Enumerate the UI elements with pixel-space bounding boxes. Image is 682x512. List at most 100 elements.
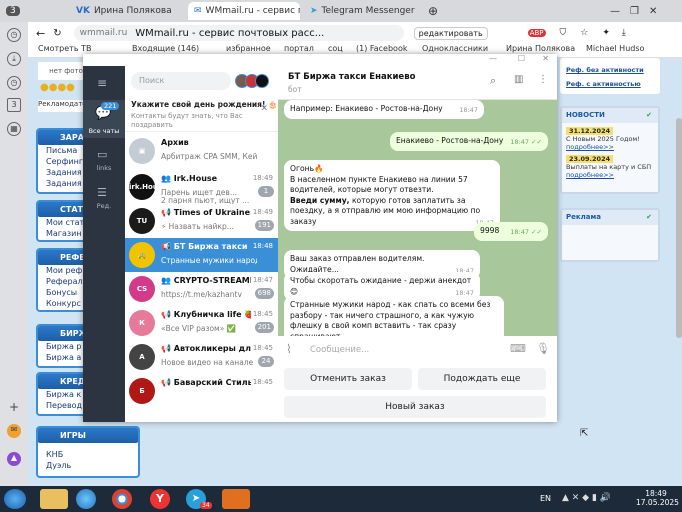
sliders-icon: ☰ — [97, 186, 107, 199]
chat-item[interactable]: А 📢 Автокликеры для...18:45 Новое видео на… — [125, 340, 278, 374]
bookmark-item[interactable]: Ирина Полякова — [506, 44, 575, 53]
sidebar-toggle-icon[interactable]: ▥ — [514, 74, 523, 85]
bookmark-item[interactable]: Смотреть ТВ — [38, 44, 91, 53]
tab-counter[interactable]: 3 — [6, 2, 20, 20]
adblock-icon[interactable]: ABP — [527, 29, 546, 37]
incoming-message: Огонь🔥 В населенном пункте Енакиево на ли… — [284, 160, 500, 231]
bookmark-item[interactable]: Входящие (146) — [132, 44, 199, 53]
page-scrollbar[interactable] — [676, 118, 682, 338]
tray-icons[interactable]: ▲ ✕ ◆ ▮ 🔊 — [562, 493, 611, 503]
close-icon[interactable]: ✕ — [542, 54, 549, 63]
chat-item[interactable]: CS 👥 CRYPTO-STREAMI...18:47 https://t.me/k… — [125, 272, 278, 306]
chat-item[interactable]: TU 📢 Times of Ukraine: ...18:49 ⚡ Назвать … — [125, 204, 278, 238]
bookmark-item[interactable]: Michael Hudso — [586, 44, 644, 53]
maximize-icon[interactable]: ❐ — [630, 6, 639, 17]
chat-time: 18:45 — [252, 310, 273, 318]
microphone-icon[interactable]: 🎙 — [536, 342, 550, 355]
menu-icon[interactable]: ≡ — [97, 76, 107, 90]
extensions-icon[interactable]: ✦ — [602, 28, 610, 38]
wait-button[interactable]: Подождать еще — [418, 368, 546, 390]
globe-icon[interactable] — [76, 489, 96, 509]
close-window-icon[interactable]: ✕ — [649, 6, 657, 17]
bookmark-item[interactable]: соц — [328, 44, 343, 53]
minimize-icon[interactable]: — — [489, 54, 497, 63]
history-icon[interactable]: ◷ — [7, 28, 21, 42]
start-button[interactable] — [4, 489, 26, 509]
birthday-banner[interactable]: Укажите свой день рождения! 🎂 Контакты б… — [125, 96, 278, 132]
new-order-button[interactable]: Новый заказ — [284, 396, 546, 418]
message-input[interactable]: Сообщение... — [310, 345, 369, 355]
star-icon[interactable]: ☆ — [580, 28, 588, 38]
explorer-icon[interactable] — [40, 489, 68, 509]
back-icon[interactable]: ← — [36, 27, 45, 40]
ads-block: Реклама ✔ — [560, 208, 660, 262]
chat-time: 18:45 — [252, 344, 273, 352]
new-tab-button[interactable]: ⊕ — [428, 2, 438, 20]
search-icon[interactable]: ⌕ — [490, 74, 496, 88]
chat-preview: https://t.me/kazhantv — [161, 290, 242, 299]
refresh-icon[interactable]: ↻ — [53, 28, 61, 39]
clock[interactable]: 18:49 17.05.2025 — [636, 489, 679, 507]
mouse-cursor-icon: ⇱ — [580, 428, 589, 439]
chat-time: 18:47 — [252, 276, 273, 284]
yandex-browser-icon[interactable]: Y — [150, 489, 170, 509]
chat-name: 📢 Баварский Стиль... — [161, 378, 251, 387]
telegram-icon: ➤ — [310, 6, 318, 16]
add-icon[interactable]: + — [7, 401, 21, 416]
download-icon[interactable]: ⤓ — [622, 28, 626, 38]
chat-avatar: CS — [129, 276, 155, 302]
search-input[interactable]: Поиск — [131, 72, 231, 90]
cancel-order-button[interactable]: Отменить заказ — [284, 368, 412, 390]
tab-wmmail[interactable]: ✉WMmail.ru - сервис по✕ — [188, 2, 300, 20]
bookmark-item[interactable]: избранное — [226, 44, 271, 53]
language-indicator[interactable]: EN — [540, 494, 551, 503]
clock-icon[interactable]: ◷ — [7, 76, 21, 90]
alice-icon[interactable]: ▲ — [7, 452, 21, 466]
edit-folders[interactable]: ☰ Ред. — [83, 182, 125, 218]
mail-icon[interactable]: ✉ — [7, 424, 21, 438]
shield-icon[interactable]: ⛉ — [560, 28, 567, 38]
chat-title[interactable]: БТ Биржа такси Енакиево — [288, 72, 415, 82]
apps-icon[interactable]: ▦ — [7, 122, 21, 136]
chat-avatar: 🚕 — [129, 242, 155, 268]
chat-item[interactable]: irk.House 👥 Irk.House 18:49 Парень ищет дев… — [125, 170, 278, 204]
menu-games: ИГРЫ КНБ Дуэль — [36, 426, 140, 478]
close-icon[interactable]: ✕ — [260, 104, 268, 114]
bookmark-item[interactable]: портал — [284, 44, 314, 53]
chat-preview: Арбитраж CPA SMM, Кейсы ... — [161, 152, 257, 161]
folder-all-chats[interactable]: 💬 221 Все чаты — [83, 100, 125, 138]
url-field[interactable]: wmmail.ru WMmail.ru - сервис почтовых ра… — [73, 25, 404, 41]
chrome-icon[interactable] — [112, 489, 132, 509]
chat-avatar: ▣ — [129, 138, 155, 164]
chat-item[interactable]: ▣ Архив Арбитраж CPA SMM, Кейсы ... — [125, 134, 278, 164]
stories-avatars[interactable] — [235, 74, 269, 88]
message-text: Ваш заказ отправлен водителям. Ожидайте.… — [290, 254, 425, 274]
chat-panel: БТ Биржа такси Енакиево бот ⌕ ▥ ⋮ Наприм… — [278, 66, 557, 422]
unread-badge: 191 — [254, 220, 274, 231]
tabs-icon[interactable]: 3 — [7, 98, 21, 112]
more-icon[interactable]: ⋮ — [538, 74, 548, 85]
chat-item[interactable]: 🚕 📢 БТ Биржа такси Е...18:48 Странные мужи… — [125, 238, 278, 272]
check-icon: ✔ — [646, 213, 652, 221]
downloads-icon[interactable]: ⤓ — [7, 52, 21, 66]
read-check-icon: ✓✓ — [531, 228, 542, 236]
edit-button[interactable]: редактировать — [413, 26, 488, 40]
message-time: 18:47 ✓✓ — [510, 228, 542, 236]
message-text: Странные мужики народ - как спать со все… — [290, 300, 491, 341]
telegram-titlebar: — ☐ ✕ — [83, 54, 557, 66]
tab-telegram[interactable]: ➤ Telegram Messenger — [310, 2, 422, 20]
chat-preview: Новое видео на канале — [161, 358, 254, 367]
chat-name: 👥 Irk.House — [161, 174, 218, 183]
attach-icon[interactable]: ⌇ — [286, 342, 292, 356]
maximize-icon[interactable]: ☐ — [518, 54, 525, 63]
media-player-icon[interactable] — [222, 489, 250, 509]
folder-links[interactable]: ▭ links — [83, 144, 125, 180]
minimize-icon[interactable]: — — [610, 6, 620, 17]
tab-vk[interactable]: VK Ирина Полякова — [76, 2, 180, 20]
bot-keyboard-icon[interactable]: ⌨ — [510, 342, 526, 355]
outgoing-message: 9998 18:47 ✓✓ — [474, 222, 548, 241]
bookmark-item[interactable]: Одноклассники — [422, 44, 488, 53]
chat-item[interactable]: Б 📢 Баварский Стиль...18:45 — [125, 374, 278, 408]
bookmark-item[interactable]: (1) Facebook — [356, 44, 407, 53]
chat-item[interactable]: К 📢 Клубничка life 🍓 18:45 «Все VIP разом» … — [125, 306, 278, 340]
